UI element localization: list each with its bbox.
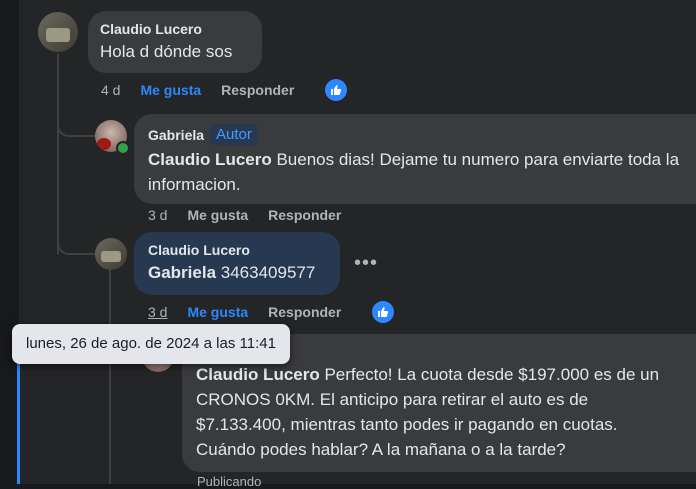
publishing-status: Publicando [197,474,262,489]
author-badge: Autor [210,124,258,145]
comment-time[interactable]: 4 d [101,82,120,98]
like-button[interactable]: Me gusta [187,207,248,223]
comment-body: Perfecto! La cuota desde $197.000 es de … [319,365,660,384]
timestamp-tooltip: lunes, 26 de ago. de 2024 a las 11:41 [12,324,290,364]
thread-branch [57,115,95,137]
thread-line [109,270,111,484]
comment-bubble[interactable]: Claudio Lucero Gabriela 3463409577 [134,232,340,295]
comment-author[interactable]: Claudio Lucero [148,242,326,258]
thumbs-up-icon[interactable] [325,79,347,101]
thread-branch [57,233,95,255]
avatar-photo [97,138,111,150]
like-button[interactable]: Me gusta [140,82,201,98]
reply-button[interactable]: Responder [268,207,341,223]
more-options-button[interactable]: ••• [354,252,378,275]
focus-indicator [17,346,20,484]
comment-text: Claudio Lucero Perfecto! La cuota desde … [196,362,682,462]
mention-link[interactable]: Claudio Lucero [196,365,320,384]
like-button[interactable]: Me gusta [187,304,248,320]
thread-line [57,54,59,254]
mention-link[interactable]: Gabriela [148,263,216,282]
comment-body: 3463409577 [216,263,316,282]
comment-line: CRONOS 0KM. El anticipo para retirar el … [196,390,589,409]
comment-time[interactable]: 3 d [148,304,167,320]
comment-author[interactable]: Gabriela [148,127,204,143]
comment-header: Gabriela Autor [148,124,682,145]
comment-bubble[interactable]: Gabriela Autor Claudio Lucero Buenos dia… [134,114,696,204]
mention-link[interactable]: Claudio Lucero [148,150,272,169]
comment-line: Claudio Lucero Perfecto! La cuota desde … [196,362,682,387]
avatar[interactable] [95,238,127,270]
reply-button[interactable]: Responder [221,82,294,98]
online-indicator [116,141,130,155]
avatar[interactable] [38,12,78,52]
comment-text: Gabriela 3463409577 [148,260,326,285]
comment-author[interactable]: Claudio Lucero [100,21,250,37]
comment-line: $7.133.400, mientras tanto podes ir paga… [196,415,618,434]
comment-bubble[interactable]: Claudio Lucero Hola d dónde sos [88,11,262,73]
comment-text: Claudio Lucero Buenos dias! Dejame tu nu… [148,147,682,197]
reply-button[interactable]: Responder [268,304,341,320]
comment-time[interactable]: 3 d [148,207,167,223]
comment-text: Hola d dónde sos [100,42,233,61]
comment-actions: 4 d Me gusta Responder [101,82,314,98]
comment-line: Cuándo podes hablar? A la mañana o a la … [196,440,566,459]
avatar-photo [46,28,70,42]
comment-actions: 3 d Me gusta Responder [148,207,361,223]
comment-actions: 3 d Me gusta Responder [148,304,361,320]
avatar-photo [101,251,121,262]
thumbs-up-icon[interactable] [372,301,394,323]
